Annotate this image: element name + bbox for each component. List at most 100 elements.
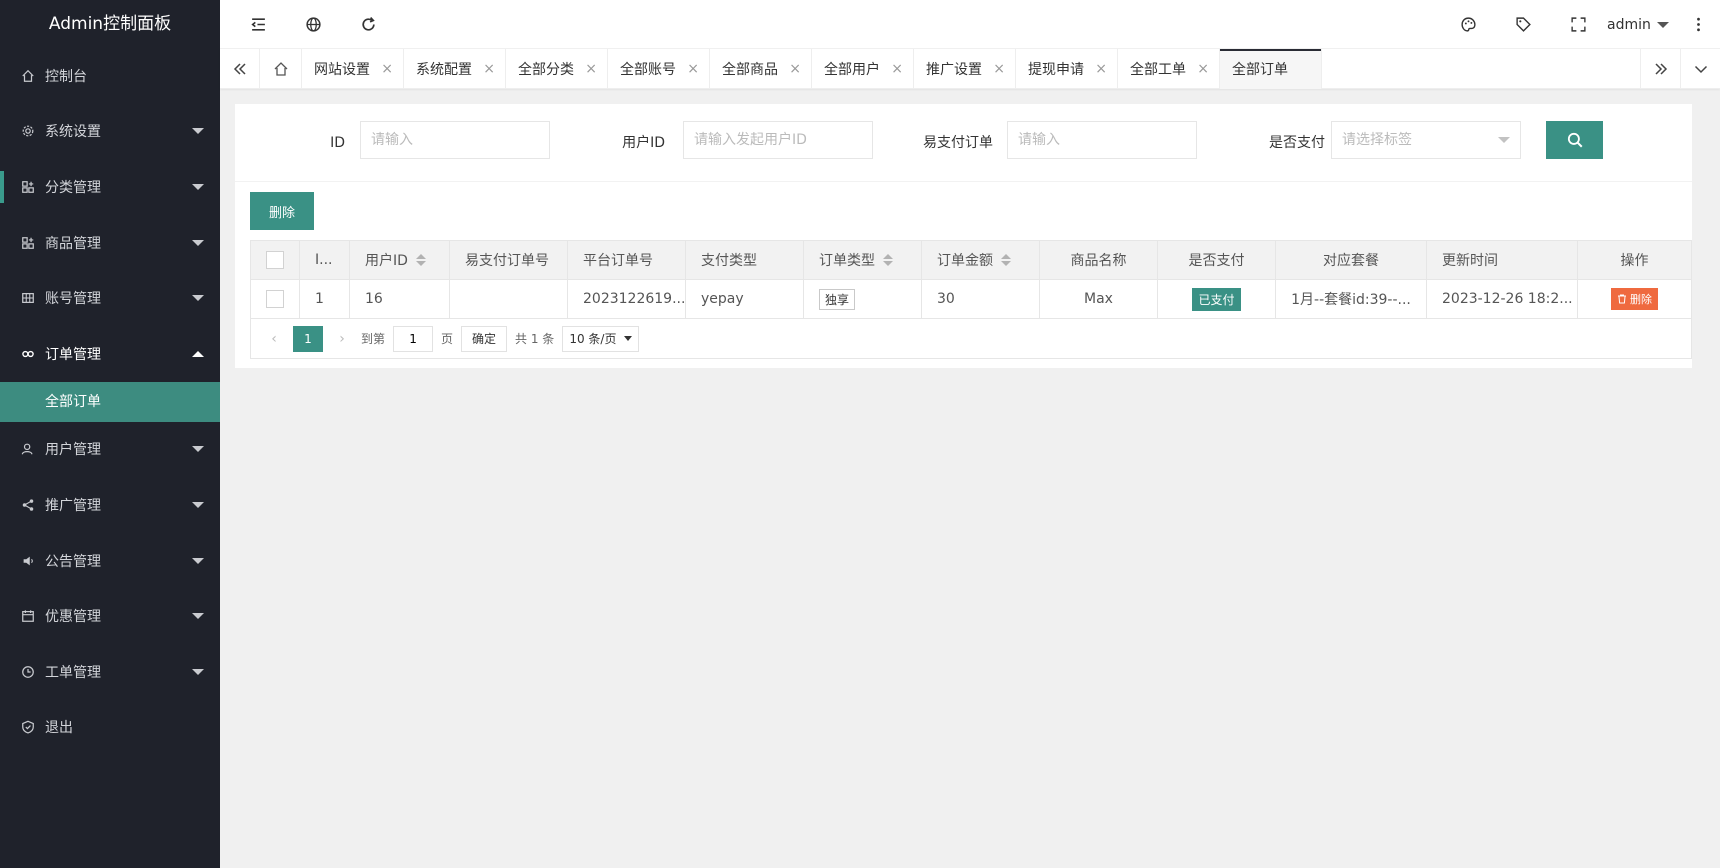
filter-label-epay-order: 易支付订单 xyxy=(923,135,993,151)
filter-label-user-id: 用户ID xyxy=(622,135,665,151)
pagination: ‹ 1 › 到第 页 确定 共 1 条 10 条/页 xyxy=(251,319,1691,358)
row-delete-button[interactable]: 删除 xyxy=(1611,288,1658,310)
tab-all-tickets[interactable]: 全部工单 × xyxy=(1118,49,1220,89)
tab-withdraw-requests[interactable]: 提现申请 × xyxy=(1016,49,1118,89)
close-icon[interactable]: × xyxy=(585,61,597,77)
col-user-id[interactable]: 用户ID xyxy=(350,241,450,279)
close-icon[interactable]: × xyxy=(1095,61,1107,77)
col-package: 对应套餐 xyxy=(1276,241,1427,279)
sort-icon[interactable] xyxy=(1001,254,1011,266)
tab-all-users[interactable]: 全部用户 × xyxy=(812,49,914,89)
sidebar-item-ticket-management[interactable]: 工单管理 xyxy=(0,644,220,700)
tag-button[interactable] xyxy=(1503,0,1543,49)
batch-delete-button[interactable]: 删除 xyxy=(250,192,314,230)
tab-all-products[interactable]: 全部商品 × xyxy=(710,49,812,89)
paid-select[interactable]: 请选择标签 xyxy=(1331,121,1521,159)
sidebar-item-label: 控制台 xyxy=(45,68,87,85)
user-icon xyxy=(20,441,36,457)
chevron-down-icon xyxy=(192,446,204,453)
search-button[interactable] xyxy=(1546,121,1603,159)
goto-confirm-button[interactable]: 确定 xyxy=(461,325,508,352)
goto-page-input[interactable] xyxy=(393,325,434,352)
sort-icon[interactable] xyxy=(415,254,426,266)
cell-paid: 已支付 xyxy=(1158,280,1276,318)
close-icon[interactable]: × xyxy=(993,61,1005,77)
next-page-icon[interactable]: › xyxy=(329,331,355,347)
chevron-up-icon xyxy=(192,350,204,357)
col-id: I... xyxy=(300,241,350,279)
user-menu[interactable]: admin xyxy=(1607,0,1669,49)
globe-icon xyxy=(305,17,321,32)
close-icon[interactable]: × xyxy=(789,61,801,77)
tag-icon xyxy=(1515,17,1531,32)
close-icon[interactable]: × xyxy=(687,61,699,77)
col-amount[interactable]: 订单金额 xyxy=(922,241,1040,279)
sidebar-item-dashboard[interactable]: 控制台 xyxy=(0,48,220,104)
col-actions: 操作 xyxy=(1620,253,1649,269)
sidebar-subitem-all-orders[interactable]: 全部订单 xyxy=(0,381,220,422)
sidebar-item-order-management[interactable]: 订单管理 xyxy=(0,326,220,382)
sidebar-item-announcement-management[interactable]: 公告管理 xyxy=(0,533,220,589)
cell-platform-order-no: 2023122619... xyxy=(568,280,686,318)
more-button[interactable] xyxy=(1678,0,1718,49)
sidebar-item-user-management[interactable]: 用户管理 xyxy=(0,422,220,478)
fullscreen-button[interactable] xyxy=(1558,0,1598,49)
cell-updated-time: 2023-12-26 18:2... xyxy=(1427,280,1578,318)
tab-all-accounts[interactable]: 全部账号 × xyxy=(608,49,710,89)
epay-order-input[interactable] xyxy=(1007,121,1197,159)
double-chevron-right-icon xyxy=(1654,63,1667,75)
tab-menu-button[interactable] xyxy=(1680,49,1720,89)
tab-scroll-left-button[interactable] xyxy=(220,49,260,89)
id-input[interactable] xyxy=(360,121,550,159)
apps-icon xyxy=(20,235,36,251)
sidebar-item-product-management[interactable]: 商品管理 xyxy=(0,215,220,271)
fullscreen-icon xyxy=(1570,17,1586,32)
col-order-type[interactable]: 订单类型 xyxy=(804,241,922,279)
select-all-cell xyxy=(251,241,300,279)
close-icon[interactable]: × xyxy=(891,61,903,77)
gear-icon xyxy=(20,123,36,139)
sidebar-item-label: 公告管理 xyxy=(45,553,101,570)
page-size-select[interactable]: 10 条/页 xyxy=(562,325,640,352)
sidebar-item-category-management[interactable]: 分类管理 xyxy=(0,159,220,215)
chevron-down-icon xyxy=(192,557,204,564)
close-icon[interactable]: × xyxy=(1197,61,1209,77)
user-id-input[interactable] xyxy=(683,121,873,159)
sidebar-item-account-management[interactable]: 账号管理 xyxy=(0,270,220,326)
table-row: 1 16 2023122619... yepay 独享 30 Max 已支付 1… xyxy=(251,280,1691,319)
user-name: admin xyxy=(1607,16,1651,33)
tab-all-orders[interactable]: 全部订单 xyxy=(1220,49,1322,89)
page-button-current[interactable]: 1 xyxy=(293,325,323,352)
sidebar: Admin控制面板 控制台 系统设置 分类管理 商品管理 账号管理 订单管理 全… xyxy=(0,0,220,868)
menu-fold-icon xyxy=(250,18,265,31)
tab-all-categories[interactable]: 全部分类 × xyxy=(506,49,608,89)
sidebar-item-logout[interactable]: 退出 xyxy=(0,700,220,756)
tab-home[interactable] xyxy=(260,49,302,89)
sidebar-item-system-settings[interactable]: 系统设置 xyxy=(0,104,220,160)
row-checkbox[interactable] xyxy=(266,290,284,308)
close-icon[interactable]: × xyxy=(483,61,495,77)
website-button[interactable] xyxy=(293,0,333,49)
chevron-down-icon xyxy=(192,128,204,135)
sort-icon[interactable] xyxy=(883,254,893,266)
tab-promotion-settings[interactable]: 推广设置 × xyxy=(914,49,1016,89)
theme-button[interactable] xyxy=(1448,0,1488,49)
home-icon xyxy=(274,62,287,76)
filter-form: ID 用户ID 易支付订单 是否支付 请选择标签 xyxy=(235,104,1692,182)
double-chevron-left-icon xyxy=(233,63,246,75)
caret-down-icon xyxy=(1656,21,1669,28)
close-icon[interactable]: × xyxy=(381,61,393,77)
prev-page-icon[interactable]: ‹ xyxy=(261,331,287,347)
tab-system-config[interactable]: 系统配置 × xyxy=(404,49,506,89)
tab-website-settings[interactable]: 网站设置 × xyxy=(302,49,404,89)
tab-scroll-right-button[interactable] xyxy=(1640,49,1680,89)
refresh-button[interactable] xyxy=(348,0,388,49)
orders-table: I... 用户ID 易支付订单号 平台订单号 支付类型 订单类型 订单金额 商品… xyxy=(250,240,1692,359)
order-panel: ID 用户ID 易支付订单 是否支付 请选择标签 删除 I... 用户ID 易支… xyxy=(235,104,1692,368)
select-all-checkbox[interactable] xyxy=(266,251,284,269)
chevron-down-icon xyxy=(192,295,204,302)
status-badge: 已支付 xyxy=(1192,287,1241,311)
sidebar-item-discount-management[interactable]: 优惠管理 xyxy=(0,588,220,644)
menu-toggle-button[interactable] xyxy=(238,0,278,49)
sidebar-item-promotion-management[interactable]: 推广管理 xyxy=(0,477,220,533)
